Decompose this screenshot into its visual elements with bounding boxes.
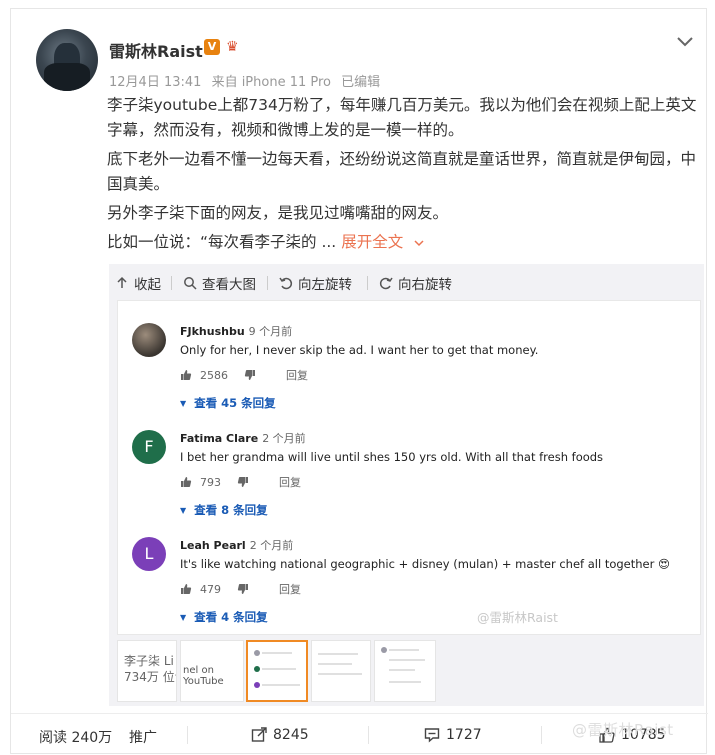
- comment-text: It's like watching national geographic +…: [180, 557, 671, 571]
- read-count-text: 阅读 240万: [39, 730, 113, 746]
- caret-down-icon: ▼: [180, 398, 187, 408]
- rotate-left-label: 向左旋转: [298, 277, 352, 293]
- avatar-letter: L: [144, 544, 154, 563]
- view-replies-link: ▼ 查看 45 条回复: [180, 395, 276, 411]
- comment-icon: [424, 728, 440, 743]
- thumbnail-5[interactable]: [374, 640, 436, 702]
- chevron-down-icon[interactable]: [676, 35, 694, 49]
- comment-actions: 793 回复: [180, 474, 301, 490]
- media-toolbar: 收起 查看大图 向左旋转 向右旋转: [109, 264, 704, 300]
- repost-icon: [251, 727, 267, 742]
- comment-item: FJkhushbu 9 个月前 Only for her, I never ski…: [118, 319, 702, 429]
- thumbs-down-icon: [244, 370, 255, 380]
- comment-item: L Leah Pearl 2 个月前 It's like watching nat…: [118, 533, 702, 643]
- post-last-line: 比如一位说：“每次看李子柒的 ...: [107, 233, 337, 251]
- post-timestamp[interactable]: 12月4日 13:41: [109, 75, 201, 90]
- comment-count: 1727: [446, 727, 482, 743]
- like-count: 479: [200, 582, 221, 596]
- promote-label: 推广: [129, 730, 157, 746]
- commenter-avatar: F: [132, 430, 166, 464]
- thumbs-up-icon: [181, 584, 192, 594]
- expand-caret-icon[interactable]: [414, 238, 424, 248]
- like-count: 793: [200, 475, 221, 489]
- post-source: 来自 iPhone 11 Pro: [211, 75, 332, 90]
- like-count: 2586: [200, 368, 228, 382]
- comment-time: 2 个月前: [249, 539, 294, 552]
- rotate-left-icon: [279, 277, 293, 290]
- comment-actions: 2586 回复: [180, 367, 308, 383]
- thumbnail-2-text: nel on YouTube: [183, 665, 224, 687]
- commenter-name: FJkhushbu 9 个月前: [180, 323, 292, 339]
- rotate-right-button[interactable]: 向右旋转: [379, 273, 452, 293]
- avatar[interactable]: [36, 29, 98, 91]
- view-replies-text: 查看 45 条回复: [194, 396, 276, 410]
- thumbnail-1-text: 李子柒 Li 734万 位订: [124, 654, 176, 684]
- commenter-name: Fatima Clare 2 个月前: [180, 430, 306, 446]
- weibo-post-card: 雷斯林Raist V ♛ 12月4日 13:41 来自 iPhone 11 Pr…: [10, 8, 708, 754]
- view-replies-text: 查看 4 条回复: [194, 610, 268, 624]
- comment-screenshot-image[interactable]: FJkhushbu 9 个月前 Only for her, I never ski…: [117, 300, 701, 635]
- avatar-letter: F: [144, 437, 154, 456]
- post-body: 李子柒youtube上都734万粉了，每年赚几百万美元。我以为他们会在视频上配上…: [107, 93, 697, 259]
- repost-count: 8245: [273, 727, 309, 743]
- commenter-avatar: L: [132, 537, 166, 571]
- comment-time: 2 个月前: [262, 432, 306, 445]
- commenter-name-text: Fatima Clare: [180, 432, 259, 445]
- post-paragraph: 底下老外一边看不懂一边每天看，还纷纷说这简直就是童话世界，简直就是伊甸园，中国真…: [107, 150, 697, 193]
- post-meta: 12月4日 13:41 来自 iPhone 11 Pro 已编辑: [109, 71, 386, 90]
- post-paragraph: 李子柒youtube上都734万粉了，每年赚几百万美元。我以为他们会在视频上配上…: [107, 96, 697, 139]
- view-large-button[interactable]: 查看大图: [183, 273, 256, 293]
- comment-text: Only for her, I never skip the ad. I wan…: [180, 343, 539, 357]
- commenter-name-text: FJkhushbu: [180, 325, 245, 338]
- repost-button[interactable]: 8245: [251, 727, 309, 743]
- collapse-label: 收起: [134, 277, 161, 293]
- commenter-avatar: [132, 323, 166, 357]
- thumbs-up-icon: [181, 477, 192, 487]
- view-replies-text: 查看 8 条回复: [194, 503, 268, 517]
- view-replies-link: ▼ 查看 8 条回复: [180, 502, 268, 518]
- view-replies-link: ▼ 查看 4 条回复: [180, 609, 268, 625]
- commenter-name: Leah Pearl 2 个月前: [180, 537, 293, 553]
- thumbnail-3-active[interactable]: [246, 640, 308, 702]
- rotate-right-icon: [379, 277, 393, 290]
- collapse-icon: [117, 276, 127, 288]
- comment-actions: 479 回复: [180, 581, 301, 597]
- thumbnail-1[interactable]: 李子柒 Li 734万 位订: [117, 640, 177, 702]
- comment-button[interactable]: 1727: [424, 727, 482, 743]
- post-paragraph-last: 比如一位说：“每次看李子柒的 ... 展开全文: [107, 230, 697, 255]
- image-watermark: @雷斯林Raist: [477, 610, 558, 625]
- promote-button[interactable]: 推广: [129, 727, 157, 747]
- collapse-button[interactable]: 收起: [115, 273, 161, 293]
- commenter-name-text: Leah Pearl: [180, 539, 246, 552]
- caret-down-icon: ▼: [180, 505, 187, 515]
- page-watermark: @雷斯林Raist: [572, 721, 674, 739]
- rotate-left-button[interactable]: 向左旋转: [279, 273, 352, 293]
- rotate-right-label: 向右旋转: [398, 277, 452, 293]
- thumbs-down-icon: [237, 584, 248, 594]
- post-paragraph: 另外李子柒下面的网友，是我见过嘴嘴甜的网友。: [107, 204, 449, 222]
- verified-v-icon: V: [204, 39, 220, 55]
- caret-down-icon: ▼: [180, 612, 187, 622]
- username[interactable]: 雷斯林Raist: [109, 38, 203, 62]
- post-edited[interactable]: 已编辑: [341, 75, 380, 90]
- thumbnail-4[interactable]: [311, 640, 371, 702]
- vip-crown-icon: ♛: [226, 39, 239, 55]
- thumbnail-strip: 李子柒 Li 734万 位订 nel on YouTube: [117, 640, 701, 702]
- thumbs-down-icon: [237, 477, 248, 487]
- media-viewer: 收起 查看大图 向左旋转 向右旋转 FJkhushbu 9 个月前 Only f…: [109, 264, 704, 706]
- view-large-label: 查看大图: [202, 277, 256, 293]
- reply-link: 回复: [279, 476, 301, 489]
- reply-link: 回复: [286, 369, 308, 382]
- thumbnail-2[interactable]: nel on YouTube: [180, 640, 244, 702]
- comment-item: F Fatima Clare 2 个月前 I bet her grandma wi…: [118, 426, 702, 536]
- magnifier-icon: [184, 277, 197, 290]
- comment-time: 9 个月前: [248, 325, 293, 338]
- comment-text: I bet her grandma will live until shes 1…: [180, 450, 604, 464]
- read-count: 阅读 240万: [39, 727, 112, 747]
- expand-full-text-link[interactable]: 展开全文: [341, 233, 403, 251]
- reply-link: 回复: [279, 583, 301, 596]
- thumbs-up-icon: [181, 370, 192, 380]
